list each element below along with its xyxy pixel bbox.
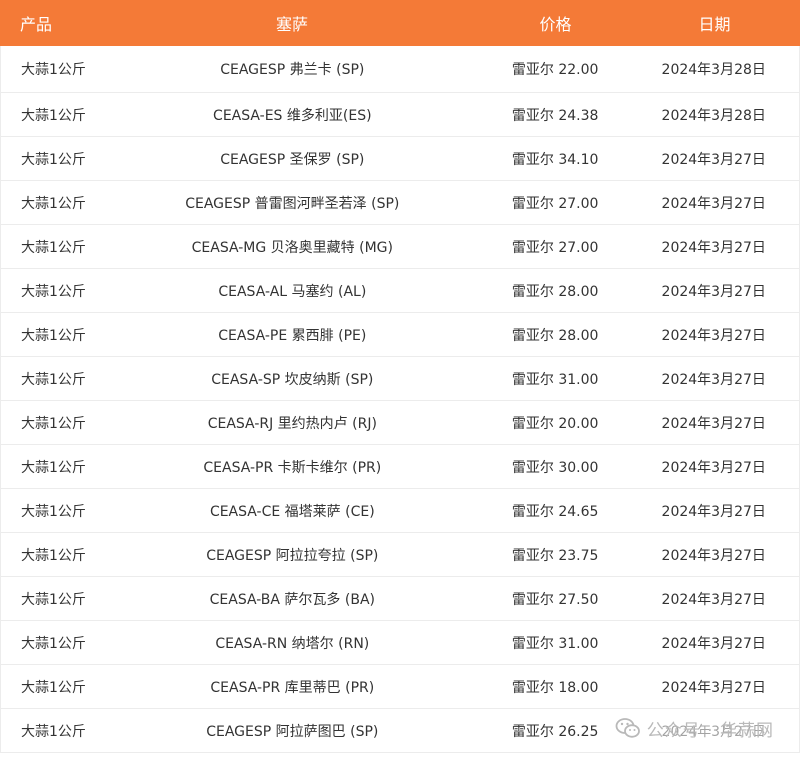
cell-product: 大蒜1公斤 bbox=[21, 415, 86, 432]
table-row: 大蒜1公斤 CEASA-SP 坎皮纳斯 (SP) 雷亚尔 31.00 2024年3月2… bbox=[0, 357, 800, 401]
cell-product: 大蒜1公斤 bbox=[21, 62, 86, 78]
cell-product: 大蒜1公斤 bbox=[21, 591, 86, 608]
cell-market: CEAGESP 阿拉萨图巴 (SP) bbox=[206, 723, 379, 740]
cell-product: 大蒜1公斤 bbox=[21, 239, 86, 256]
cell-market: CEASA-RJ 里约热内卢 (RJ) bbox=[207, 415, 377, 432]
cell-date: 2024年3月28日 bbox=[661, 62, 766, 78]
cell-date: 2024年3月28日 bbox=[661, 107, 766, 124]
cell-product: 大蒜1公斤 bbox=[21, 283, 86, 300]
cell-product: 大蒜1公斤 bbox=[21, 503, 86, 520]
cell-market: CEASA-MG 贝洛奥里藏特 (MG) bbox=[191, 239, 393, 256]
cell-date: 2024年3月27日 bbox=[661, 371, 766, 388]
cell-market: CEASA-RN 纳塔尔 (RN) bbox=[215, 635, 370, 652]
cell-product: 大蒜1公斤 bbox=[21, 327, 86, 344]
cell-product: 大蒜1公斤 bbox=[21, 459, 86, 476]
cell-product: 大蒜1公斤 bbox=[21, 371, 86, 388]
cell-price: 雷亚尔 34.10 bbox=[511, 151, 599, 168]
cell-date: 2024年3月27日 bbox=[661, 591, 766, 608]
cell-market: CEASA-PR 库里蒂巴 (PR) bbox=[210, 679, 375, 696]
cell-date: 2024年3月27日 bbox=[661, 195, 766, 212]
table-row: 大蒜1公斤 CEASA-RJ 里约热内卢 (RJ) 雷亚尔 20.00 2024年3月… bbox=[0, 401, 800, 445]
cell-price: 雷亚尔 28.00 bbox=[511, 283, 599, 300]
cell-price: 雷亚尔 27.00 bbox=[511, 195, 599, 212]
watermark: 公众号 · 华蒜网 bbox=[610, 713, 778, 743]
cell-price: 雷亚尔 28.00 bbox=[511, 327, 599, 344]
cell-market: CEAGESP 普雷图河畔圣若泽 (SP) bbox=[185, 195, 400, 212]
cell-market: CEASA-PR 卡斯卡维尔 (PR) bbox=[203, 459, 382, 476]
watermark-text: 公众号 · 华蒜网 bbox=[646, 720, 774, 741]
table-row: 大蒜1公斤 CEASA-ES 维多利亚(ES) 雷亚尔 24.38 2024年3月28… bbox=[0, 93, 800, 137]
cell-product: 大蒜1公斤 bbox=[21, 195, 86, 212]
header-date: 日期 bbox=[698, 15, 731, 34]
table-row: 大蒜1公斤 CEAGESP 弗兰卡 (SP) 雷亚尔 22.00 2024年3月28日 bbox=[0, 46, 800, 93]
cell-price: 雷亚尔 18.00 bbox=[511, 679, 599, 696]
cell-price: 雷亚尔 24.65 bbox=[511, 503, 599, 520]
table-row: 大蒜1公斤 CEASA-PR 卡斯卡维尔 (PR) 雷亚尔 30.00 2024年3月… bbox=[0, 445, 800, 489]
cell-market: CEASA-ES 维多利亚(ES) bbox=[213, 107, 372, 124]
cell-date: 2024年3月27日 bbox=[661, 635, 766, 652]
cell-price: 雷亚尔 22.00 bbox=[511, 62, 599, 78]
cell-market: CEASA-CE 福塔莱萨 (CE) bbox=[209, 503, 375, 520]
cell-date: 2024年3月27日 bbox=[661, 679, 766, 696]
table-row: 大蒜1公斤 CEAGESP 圣保罗 (SP) 雷亚尔 34.10 2024年3月27日 bbox=[0, 137, 800, 181]
cell-price: 雷亚尔 27.50 bbox=[511, 591, 599, 608]
cell-date: 2024年3月27日 bbox=[661, 239, 766, 256]
cell-price: 雷亚尔 26.25 bbox=[511, 723, 599, 740]
table-row: 大蒜1公斤 CEASA-CE 福塔莱萨 (CE) 雷亚尔 24.65 2024年3月2… bbox=[0, 489, 800, 533]
price-table: 产品 塞萨 价格 日期 大蒜1公斤 CEAGESP 弗兰卡 (SP) 雷亚尔 22.… bbox=[0, 0, 800, 765]
cell-date: 2024年3月27日 bbox=[661, 327, 766, 344]
cell-date: 2024年3月27日 bbox=[661, 503, 766, 520]
cell-product: 大蒜1公斤 bbox=[21, 679, 86, 696]
cell-product: 大蒜1公斤 bbox=[21, 635, 86, 652]
cell-product: 大蒜1公斤 bbox=[21, 547, 86, 564]
table-row: 大蒜1公斤 CEASA-PR 库里蒂巴 (PR) 雷亚尔 18.00 2024年3月2… bbox=[0, 665, 800, 709]
cell-market: CEASA-PE 累西腓 (PE) bbox=[218, 327, 367, 344]
cell-price: 雷亚尔 27.00 bbox=[511, 239, 599, 256]
cell-market: CEASA-AL 马塞约 (AL) bbox=[218, 283, 367, 300]
cell-price: 雷亚尔 23.75 bbox=[511, 547, 599, 564]
cell-product: 大蒜1公斤 bbox=[21, 151, 86, 168]
table-row: 大蒜1公斤 CEASA-BA 萨尔瓦多 (BA) 雷亚尔 27.50 2024年3月2… bbox=[0, 577, 800, 621]
header-product: 产品 bbox=[20, 15, 53, 34]
cell-price: 雷亚尔 31.00 bbox=[511, 635, 599, 652]
wechat-icon bbox=[615, 718, 640, 738]
cell-market: CEASA-SP 坎皮纳斯 (SP) bbox=[211, 371, 374, 388]
cell-date: 2024年3月27日 bbox=[661, 459, 766, 476]
cell-price: 雷亚尔 31.00 bbox=[511, 371, 599, 388]
cell-price: 雷亚尔 30.00 bbox=[511, 459, 599, 476]
cell-market: CEASA-BA 萨尔瓦多 (BA) bbox=[209, 591, 375, 608]
cell-price: 雷亚尔 20.00 bbox=[511, 415, 599, 432]
table-row: 大蒜1公斤 CEASA-PE 累西腓 (PE) 雷亚尔 28.00 2024年3月27… bbox=[0, 313, 800, 357]
table-row: 大蒜1公斤 CEASA-MG 贝洛奥里藏特 (MG) 雷亚尔 27.00 2024年3… bbox=[0, 225, 800, 269]
cell-product: 大蒜1公斤 bbox=[21, 107, 86, 124]
header-market: 塞萨 bbox=[275, 15, 308, 34]
cell-date: 2024年3月27日 bbox=[661, 415, 766, 432]
cell-product: 大蒜1公斤 bbox=[21, 723, 86, 740]
table-row: 大蒜1公斤 CEAGESP 阿拉拉夸拉 (SP) 雷亚尔 23.75 2024年3月2… bbox=[0, 533, 800, 577]
table-row: 大蒜1公斤 CEAGESP 普雷图河畔圣若泽 (SP) 雷亚尔 27.00 2024年… bbox=[0, 181, 800, 225]
cell-price: 雷亚尔 24.38 bbox=[511, 107, 599, 124]
cell-date: 2024年3月27日 bbox=[661, 547, 766, 564]
table-header: 产品 塞萨 价格 日期 bbox=[0, 0, 800, 46]
cell-date: 2024年3月27日 bbox=[661, 283, 766, 300]
header-price: 价格 bbox=[539, 15, 572, 34]
cell-market: CEAGESP 圣保罗 (SP) bbox=[220, 151, 365, 168]
table-row: 大蒜1公斤 CEASA-RN 纳塔尔 (RN) 雷亚尔 31.00 2024年3月27… bbox=[0, 621, 800, 665]
table-row: 大蒜1公斤 CEASA-AL 马塞约 (AL) 雷亚尔 28.00 2024年3月27… bbox=[0, 269, 800, 313]
table-body: 大蒜1公斤 CEAGESP 弗兰卡 (SP) 雷亚尔 22.00 2024年3月28日… bbox=[0, 46, 800, 753]
cell-date: 2024年3月27日 bbox=[661, 151, 766, 168]
cell-market: CEAGESP 阿拉拉夸拉 (SP) bbox=[206, 547, 379, 564]
cell-market: CEAGESP 弗兰卡 (SP) bbox=[220, 62, 365, 78]
